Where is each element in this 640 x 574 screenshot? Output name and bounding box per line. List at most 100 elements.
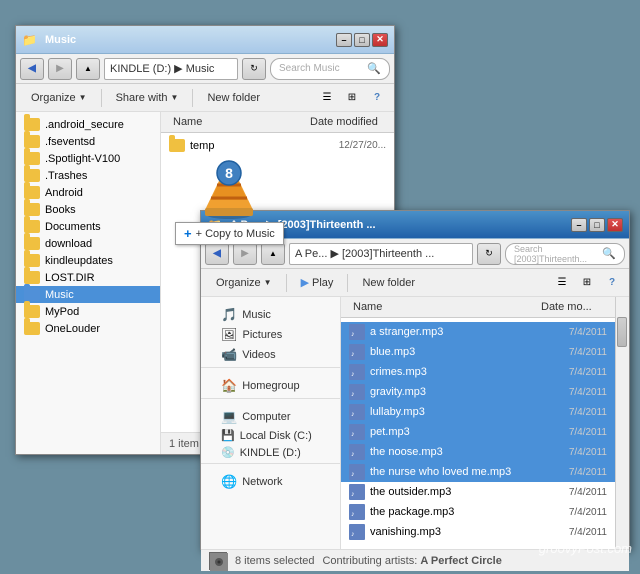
file-blue[interactable]: ♪ blue.mp3 7/4/2011 bbox=[341, 342, 615, 362]
col-name-header-2[interactable]: Name bbox=[349, 299, 537, 315]
organize-chevron-2: ▼ bbox=[264, 278, 272, 287]
title-bar-1: 📁 Music – □ ✕ bbox=[16, 26, 394, 54]
search-box-1[interactable]: Search Music 🔍 bbox=[270, 58, 390, 80]
toolbar-right-2: ☰ ⊞ ? bbox=[551, 272, 623, 294]
sidebar-kindle[interactable]: 💿 KINDLE (D:) bbox=[205, 444, 340, 461]
mp3-icon: ♪ bbox=[349, 524, 365, 540]
sidebar-local-disk[interactable]: 💾 Local Disk (C:) bbox=[205, 427, 340, 444]
up-button-2[interactable]: ▲ bbox=[261, 243, 285, 265]
col-date-header[interactable]: Date modified bbox=[306, 114, 386, 130]
file-the-noose[interactable]: ♪ the noose.mp3 7/4/2011 bbox=[341, 442, 615, 462]
svg-text:♪: ♪ bbox=[351, 331, 355, 338]
file-the-nurse[interactable]: ♪ the nurse who loved me.mp3 7/4/2011 bbox=[341, 462, 615, 482]
minimize-button-1[interactable]: – bbox=[336, 33, 352, 47]
close-button-2[interactable]: ✕ bbox=[607, 218, 623, 232]
mp3-icon: ♪ bbox=[349, 424, 365, 440]
file-lullaby[interactable]: ♪ lullaby.mp3 7/4/2011 bbox=[341, 402, 615, 422]
mp3-icon: ♪ bbox=[349, 504, 365, 520]
organize-button-1[interactable]: Organize ▼ bbox=[22, 87, 96, 109]
folder-trashes[interactable]: .Trashes bbox=[16, 167, 160, 184]
folder-documents[interactable]: Documents bbox=[16, 218, 160, 235]
back-button-1[interactable]: ◀ bbox=[20, 58, 44, 80]
maximize-button-1[interactable]: □ bbox=[354, 33, 370, 47]
folder-books[interactable]: Books bbox=[16, 201, 160, 218]
view-list-btn-1[interactable]: ☰ bbox=[316, 87, 338, 109]
sidebar-videos[interactable]: 📹 Videos bbox=[205, 345, 340, 365]
videos-icon: 📹 bbox=[221, 347, 237, 363]
close-button-1[interactable]: ✕ bbox=[372, 33, 388, 47]
file-the-package[interactable]: ♪ the package.mp3 7/4/2011 bbox=[341, 502, 615, 522]
music-icon: 🎵 bbox=[221, 307, 237, 323]
mp3-icon: ♪ bbox=[349, 384, 365, 400]
folder-icon bbox=[24, 305, 40, 318]
file-temp[interactable]: temp 12/27/20... bbox=[161, 137, 394, 154]
address-path-2[interactable]: A Pe... ▶ [2003]Thirteenth ... bbox=[289, 243, 473, 265]
up-button-1[interactable]: ▲ bbox=[76, 58, 100, 80]
sidebar-computer[interactable]: 💻 Computer bbox=[205, 407, 340, 427]
folder-icon bbox=[24, 220, 40, 233]
folder-fseventsd[interactable]: .fseventsd bbox=[16, 133, 160, 150]
window2-main: Name Date mo... ♪ a stranger.mp3 7/4/201… bbox=[341, 297, 615, 549]
plus-icon: + bbox=[184, 226, 192, 241]
mp3-icon: ♪ bbox=[349, 404, 365, 420]
folder-kindleupdates[interactable]: kindleupdates bbox=[16, 252, 160, 269]
new-folder-button-2[interactable]: New folder bbox=[353, 272, 424, 294]
folder-android[interactable]: Android bbox=[16, 184, 160, 201]
folder-icon bbox=[24, 271, 40, 284]
refresh-button-2[interactable]: ↻ bbox=[477, 243, 501, 265]
forward-button-1[interactable]: ▶ bbox=[48, 58, 72, 80]
folder-android-secure[interactable]: .android_secure bbox=[16, 116, 160, 133]
folder-lostdir[interactable]: LOST.DIR bbox=[16, 269, 160, 286]
apc-window: 📁 A Pe... ▶ [2003]Thirteenth ... – □ ✕ ◀… bbox=[200, 210, 630, 550]
sidebar-network[interactable]: 🌐 Network bbox=[205, 472, 340, 492]
view-icon-btn-1[interactable]: ⊞ bbox=[341, 87, 363, 109]
folder-icon bbox=[24, 118, 40, 131]
file-a-stranger[interactable]: ♪ a stranger.mp3 7/4/2011 bbox=[341, 322, 615, 342]
folder-music-selected[interactable]: Music bbox=[16, 286, 160, 303]
toolbar-2: Organize ▼ ▶ Play New folder ☰ ⊞ ? bbox=[201, 269, 629, 297]
search-icon-2: 🔍 bbox=[602, 247, 616, 260]
folder-spotlight[interactable]: .Spotlight-V100 bbox=[16, 150, 160, 167]
album-art bbox=[209, 552, 227, 570]
forward-button-2[interactable]: ▶ bbox=[233, 243, 257, 265]
file-pet[interactable]: ♪ pet.mp3 7/4/2011 bbox=[341, 422, 615, 442]
new-folder-button-1[interactable]: New folder bbox=[198, 87, 269, 109]
folder-download[interactable]: download bbox=[16, 235, 160, 252]
folder-icon bbox=[24, 203, 40, 216]
col-date-header-2[interactable]: Date mo... bbox=[537, 299, 607, 315]
folder-icon-selected bbox=[24, 288, 40, 301]
folder-mypod[interactable]: MyPod bbox=[16, 303, 160, 320]
file-list-2: ♪ a stranger.mp3 7/4/2011 ♪ blue.mp3 7/4… bbox=[341, 318, 615, 549]
svg-text:♪: ♪ bbox=[351, 511, 355, 518]
maximize-button-2[interactable]: □ bbox=[589, 218, 605, 232]
view-list-btn-2[interactable]: ☰ bbox=[551, 272, 573, 294]
window2-body: 🎵 Music 🖼 Pictures 📹 Videos 🏠 Homegroup bbox=[201, 297, 629, 549]
refresh-button-1[interactable]: ↻ bbox=[242, 58, 266, 80]
address-path-1[interactable]: KINDLE (D:) ▶ Music bbox=[104, 58, 238, 80]
help-btn-1[interactable]: ? bbox=[366, 87, 388, 109]
file-vanishing[interactable]: ♪ vanishing.mp3 7/4/2011 bbox=[341, 522, 615, 542]
share-button-1[interactable]: Share with ▼ bbox=[107, 87, 188, 109]
sidebar-homegroup[interactable]: 🏠 Homegroup bbox=[205, 376, 340, 396]
folder-icon bbox=[24, 135, 40, 148]
scrollbar-thumb-2[interactable] bbox=[617, 317, 627, 347]
svg-text:♪: ♪ bbox=[351, 371, 355, 378]
help-btn-2[interactable]: ? bbox=[601, 272, 623, 294]
minimize-button-2[interactable]: – bbox=[571, 218, 587, 232]
file-the-outsider[interactable]: ♪ the outsider.mp3 7/4/2011 bbox=[341, 482, 615, 502]
scrollbar-2[interactable] bbox=[615, 297, 629, 549]
sidebar-pictures[interactable]: 🖼 Pictures bbox=[205, 325, 340, 345]
col-name-header[interactable]: Name bbox=[169, 114, 306, 130]
view-icon-btn-2[interactable]: ⊞ bbox=[576, 272, 598, 294]
play-button-2[interactable]: ▶ Play bbox=[292, 272, 343, 294]
organize-button-2[interactable]: Organize ▼ bbox=[207, 272, 281, 294]
svg-text:♪: ♪ bbox=[351, 531, 355, 538]
folder-onelouder[interactable]: OneLouder bbox=[16, 320, 160, 337]
organize-chevron-1: ▼ bbox=[79, 93, 87, 102]
search-box-2[interactable]: Search [2003]Thirteenth... 🔍 bbox=[505, 243, 625, 265]
toolbar-sep-4 bbox=[347, 274, 348, 292]
back-button-2[interactable]: ◀ bbox=[205, 243, 229, 265]
sidebar-music[interactable]: 🎵 Music bbox=[205, 305, 340, 325]
file-gravity[interactable]: ♪ gravity.mp3 7/4/2011 bbox=[341, 382, 615, 402]
file-crimes[interactable]: ♪ crimes.mp3 7/4/2011 bbox=[341, 362, 615, 382]
